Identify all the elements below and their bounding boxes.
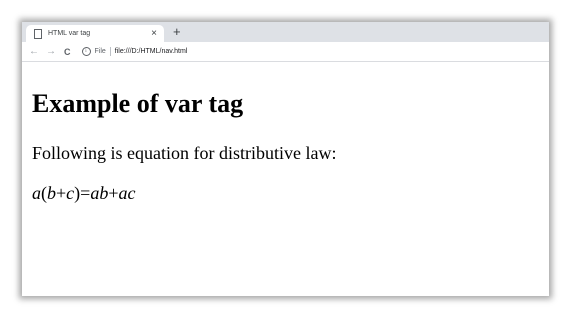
address-scheme-label: File [94,48,106,55]
back-arrow-icon[interactable]: ← [29,46,39,58]
forward-arrow-icon[interactable]: → [46,46,56,58]
page-content: Example of var tag Following is equation… [22,62,549,296]
reload-icon[interactable]: C [64,46,71,58]
address-bar-url[interactable]: file:///D:/HTML/nav.html [115,48,188,55]
var-a: a [32,183,41,203]
plus-sign: + [108,183,119,203]
var-b: b [47,183,56,203]
close-icon[interactable]: × [151,28,157,39]
tab-title: HTML var tag [48,30,91,37]
new-tab-button[interactable]: + [173,24,181,40]
tab-html-var-tag[interactable]: HTML var tag × [26,25,164,42]
page-paragraph: Following is equation for distributive l… [32,143,337,163]
var-c: c [66,183,75,203]
browser-window: HTML var tag × + ← → C i File file:///D:… [22,22,549,296]
var-ab: ab [90,183,109,203]
close-paren-equals: )= [74,183,91,203]
var-ac: ac [118,183,136,203]
browser-toolbar: ← → C i File file:///D:/HTML/nav.html [22,42,549,62]
page-icon [34,28,42,39]
plus-sign: + [56,183,67,203]
page-heading: Example of var tag [32,89,244,118]
address-divider [109,47,111,56]
tab-strip: HTML var tag × + [22,22,549,42]
info-icon[interactable]: i [81,47,91,56]
distributive-law-equation: a(b+c)=ab+ac [32,183,135,204]
